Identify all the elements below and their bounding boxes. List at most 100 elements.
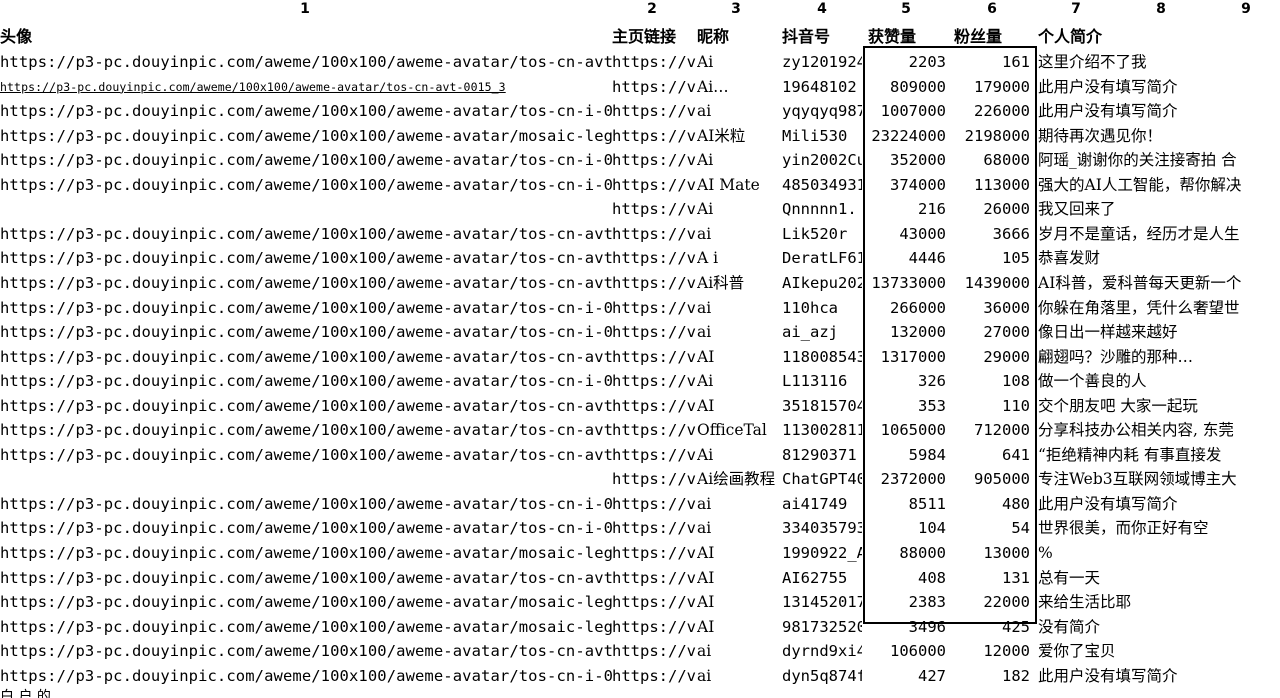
douyin-id-cell[interactable]: Lik520r xyxy=(782,222,862,246)
nickname-cell[interactable]: ai xyxy=(697,222,781,246)
followers-cell[interactable]: 29000 xyxy=(950,345,1030,369)
avatar-cell[interactable]: https://p3-pc.douyinpic.com/aweme/100x10… xyxy=(0,173,612,197)
homepage-cell[interactable]: https://v xyxy=(612,50,697,74)
bio-cell[interactable]: 我又回来了 xyxy=(1038,197,1280,221)
avatar-cell[interactable] xyxy=(0,197,612,221)
nickname-cell[interactable]: AI xyxy=(697,615,781,639)
homepage-cell[interactable]: https://v xyxy=(612,615,697,639)
followers-cell[interactable]: 36000 xyxy=(950,296,1030,320)
homepage-cell[interactable]: https://v xyxy=(612,246,697,270)
bio-cell[interactable]: 交个朋友吧 大家一起玩 xyxy=(1038,394,1280,418)
homepage-cell[interactable]: https://v xyxy=(612,467,697,491)
likes-cell[interactable]: 3496 xyxy=(864,615,946,639)
avatar-cell[interactable]: https://p3-pc.douyinpic.com/aweme/100x10… xyxy=(0,296,612,320)
nickname-cell[interactable]: Ai科普 xyxy=(697,271,781,295)
followers-cell[interactable]: 425 xyxy=(950,615,1030,639)
bio-cell[interactable]: 来给生活比耶 xyxy=(1038,590,1280,614)
followers-cell[interactable]: 54 xyxy=(950,516,1030,540)
nickname-cell[interactable]: AI xyxy=(697,566,781,590)
homepage-cell[interactable]: https://v xyxy=(612,173,697,197)
douyin-id-cell[interactable]: Mili530 xyxy=(782,124,862,148)
bio-cell[interactable]: 你躲在角落里，凭什么奢望世 xyxy=(1038,296,1280,320)
bio-cell[interactable]: % xyxy=(1038,541,1280,565)
homepage-cell[interactable]: https://v xyxy=(612,394,697,418)
likes-cell[interactable]: 1317000 xyxy=(864,345,946,369)
followers-cell[interactable]: 105 xyxy=(950,246,1030,270)
bio-cell[interactable]: “拒绝精神内耗 有事直接发 xyxy=(1038,443,1280,467)
bio-cell[interactable]: 阿瑶_谢谢你的关注接寄拍 合 xyxy=(1038,148,1280,172)
likes-cell[interactable]: 104 xyxy=(864,516,946,540)
followers-cell[interactable]: 641 xyxy=(950,443,1030,467)
header-followers[interactable]: 粉丝量 xyxy=(954,25,1034,49)
douyin-id-cell[interactable]: dyrnd9xi4 xyxy=(782,639,862,663)
nickname-cell[interactable]: ai xyxy=(697,639,781,663)
douyin-id-cell[interactable]: 351815704 xyxy=(782,394,862,418)
nickname-cell[interactable]: ai xyxy=(697,516,781,540)
homepage-cell[interactable]: https://v xyxy=(612,664,697,688)
nickname-cell[interactable]: Ai绘画教程 xyxy=(697,467,781,491)
avatar-cell[interactable]: https://p3-pc.douyinpic.com/aweme/100x10… xyxy=(0,394,612,418)
homepage-cell[interactable]: https://v xyxy=(612,99,697,123)
likes-cell[interactable]: 43000 xyxy=(864,222,946,246)
avatar-cell[interactable]: https://p3-pc.douyinpic.com/aweme/100x10… xyxy=(0,271,612,295)
likes-cell[interactable]: 5984 xyxy=(864,443,946,467)
nickname-cell[interactable]: AI xyxy=(697,541,781,565)
followers-cell[interactable]: 110 xyxy=(950,394,1030,418)
homepage-cell[interactable]: https://v xyxy=(612,418,697,442)
bio-cell[interactable]: 此用户没有填写简介 xyxy=(1038,75,1280,99)
homepage-cell[interactable]: https://v xyxy=(612,516,697,540)
avatar-cell[interactable]: https://p3-pc.douyinpic.com/aweme/100x10… xyxy=(0,99,612,123)
homepage-cell[interactable]: https://v xyxy=(612,320,697,344)
bio-cell[interactable]: 此用户没有填写简介 xyxy=(1038,492,1280,516)
likes-cell[interactable]: 8511 xyxy=(864,492,946,516)
likes-cell[interactable]: 809000 xyxy=(864,75,946,99)
bio-cell[interactable]: 此用户没有填写简介 xyxy=(1038,664,1280,688)
header-bio[interactable]: 个人简介 xyxy=(1038,25,1280,49)
avatar-cell[interactable]: https://p3-pc.douyinpic.com/aweme/100x10… xyxy=(0,541,612,565)
likes-cell[interactable]: 408 xyxy=(864,566,946,590)
avatar-cell[interactable]: https://p3-pc.douyinpic.com/aweme/100x10… xyxy=(0,418,612,442)
column-number[interactable]: 7 xyxy=(1061,1,1091,17)
avatar-cell[interactable]: https://p3-pc.douyinpic.com/aweme/100x10… xyxy=(0,639,612,663)
column-number[interactable]: 9 xyxy=(1231,1,1261,17)
followers-cell[interactable]: 12000 xyxy=(950,639,1030,663)
douyin-id-cell[interactable]: ai41749 xyxy=(782,492,862,516)
avatar-cell[interactable]: https://p3-pc.douyinpic.com/aweme/100x10… xyxy=(0,246,612,270)
likes-cell[interactable]: 2203 xyxy=(864,50,946,74)
likes-cell[interactable]: 23224000 xyxy=(864,124,946,148)
avatar-cell[interactable]: https://p3-pc.douyinpic.com/aweme/100x10… xyxy=(0,590,612,614)
likes-cell[interactable]: 326 xyxy=(864,369,946,393)
bio-cell[interactable]: 总有一天 xyxy=(1038,566,1280,590)
homepage-cell[interactable]: https://v xyxy=(612,443,697,467)
avatar-cell[interactable]: https://p3-pc.douyinpic.com/aweme/100x10… xyxy=(0,345,612,369)
likes-cell[interactable]: 353 xyxy=(864,394,946,418)
likes-cell[interactable]: 1065000 xyxy=(864,418,946,442)
followers-cell[interactable]: 131 xyxy=(950,566,1030,590)
likes-cell[interactable]: 13733000 xyxy=(864,271,946,295)
homepage-cell[interactable]: https://v xyxy=(612,75,697,99)
bio-cell[interactable]: AI科普，爱科普每天更新一个 xyxy=(1038,271,1280,295)
followers-cell[interactable]: 179000 xyxy=(950,75,1030,99)
likes-cell[interactable]: 132000 xyxy=(864,320,946,344)
header-nickname[interactable]: 昵称 xyxy=(697,25,781,49)
homepage-cell[interactable]: https://v xyxy=(612,124,697,148)
column-number[interactable]: 6 xyxy=(977,1,1007,17)
bio-cell[interactable]: 做一个善良的人 xyxy=(1038,369,1280,393)
avatar-cell[interactable]: https://p3-pc.douyinpic.com/aweme/100x10… xyxy=(0,124,612,148)
bio-cell[interactable]: 恭喜发财 xyxy=(1038,246,1280,270)
avatar-cell[interactable]: https://p3-pc.douyinpic.com/aweme/100x10… xyxy=(0,664,612,688)
bio-cell[interactable]: 翩翅吗？沙雕的那种… xyxy=(1038,345,1280,369)
likes-cell[interactable]: 88000 xyxy=(864,541,946,565)
bio-cell[interactable]: 专注Web3互联网领域博主大 xyxy=(1038,467,1280,491)
avatar-cell[interactable]: https://p3-pc.douyinpic.com/aweme/100x10… xyxy=(0,566,612,590)
column-number[interactable]: 2 xyxy=(637,1,667,17)
douyin-id-cell[interactable]: dyn5q874f xyxy=(782,664,862,688)
bio-cell[interactable]: 这里介绍不了我 xyxy=(1038,50,1280,74)
homepage-cell[interactable]: https://v xyxy=(612,541,697,565)
followers-cell[interactable]: 113000 xyxy=(950,173,1030,197)
followers-cell[interactable]: 2198000 xyxy=(950,124,1030,148)
homepage-cell[interactable]: https://v xyxy=(612,222,697,246)
nickname-cell[interactable]: AI xyxy=(697,590,781,614)
douyin-id-cell[interactable]: 110hca xyxy=(782,296,862,320)
nickname-cell[interactable]: AI米粒 xyxy=(697,124,781,148)
